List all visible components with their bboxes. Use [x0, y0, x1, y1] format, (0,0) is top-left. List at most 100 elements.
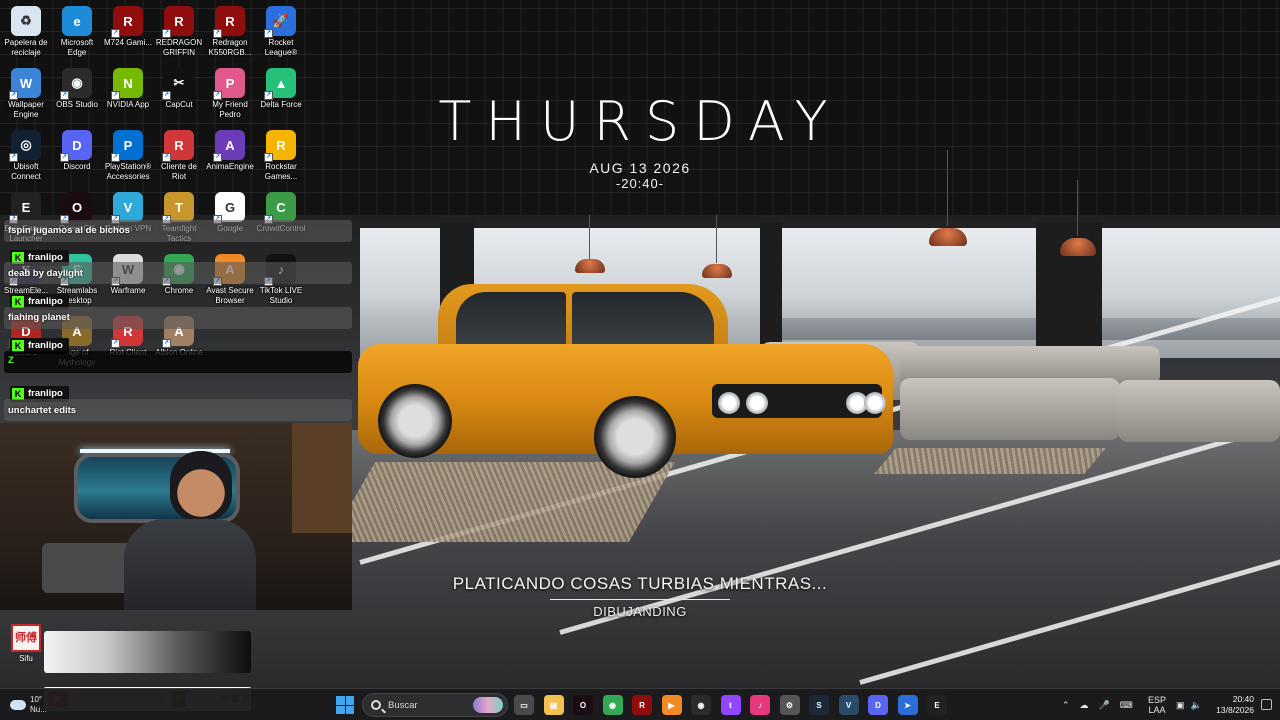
desktop-icon-label: Microsoft Edge: [60, 38, 94, 57]
date-time-widget: THURSDAY AUG 13 2026 -20:40-: [400, 92, 880, 192]
desktop-icon[interactable]: P ↗ My Friend Pedro: [204, 66, 256, 126]
streamlabs-icon[interactable]: ▶: [661, 695, 682, 715]
settings-icon[interactable]: ⚙: [779, 695, 800, 715]
overlay-gradient-bar: [44, 631, 251, 673]
desktop-icon-label: Papelera de reciclaje: [4, 38, 48, 57]
keyboard-icon[interactable]: ⌨: [1120, 700, 1133, 710]
desktop-icon[interactable]: R ↗ Cliente de Riot: [153, 128, 205, 188]
desktop-icon[interactable]: N ↗ NVIDIA App: [102, 66, 154, 126]
desktop-icon[interactable]: A ↗ AnimaEngine: [204, 128, 256, 188]
search-icon: [371, 700, 381, 710]
desktop-icon[interactable]: ♻ Papelera de reciclaje: [0, 4, 52, 64]
desktop-icon[interactable]: W ↗ Wallpaper Engine: [0, 66, 52, 126]
taskbar-clock[interactable]: 20:40 13/8/2026: [1216, 694, 1254, 716]
chat-message-row: fspin jugamos al de bichos: [4, 220, 352, 242]
file-explorer-icon[interactable]: ▤: [543, 695, 564, 715]
wallpaper-lamp: [929, 228, 967, 246]
desktop-icon-label: OBS Studio: [56, 100, 98, 109]
shortcut-arrow-icon: ↗: [9, 153, 18, 162]
widget-time: -20:40-: [615, 176, 665, 191]
rocket-league-icon: 🚀 ↗: [264, 6, 296, 38]
weather-widget[interactable]: 10° Nu...: [10, 693, 47, 717]
anima-engine-icon: A ↗: [213, 130, 245, 162]
chrome-icon[interactable]: ◉: [602, 695, 623, 715]
desktop-icon[interactable]: R ↗ M724 Gami...: [102, 4, 154, 64]
edge-icon: e: [62, 6, 92, 36]
desktop-icon[interactable]: ◉ ↗ OBS Studio: [51, 66, 103, 126]
epic-games-icon[interactable]: E: [927, 695, 947, 715]
room-shelf: [292, 423, 352, 533]
desktop-icon[interactable]: R ↗ Rockstar Games...: [255, 128, 307, 188]
start-button[interactable]: [336, 696, 354, 714]
desktop-icon[interactable]: ✂ ↗ CapCut: [153, 66, 205, 126]
chevron-up-icon[interactable]: ⌃: [1062, 700, 1070, 710]
task-view-icon[interactable]: ▭: [514, 695, 534, 715]
desktop-icon[interactable]: ◎ ↗ Ubisoft Connect: [0, 128, 52, 188]
desktop-icon[interactable]: R ↗ REDRAGON GRIFFIN: [153, 4, 205, 64]
now-playing-divider: [550, 599, 730, 600]
desktop-icon[interactable]: ▲ ↗ Delta Force: [255, 66, 307, 126]
desktop-icon-label: PlayStation® Accessories: [104, 162, 152, 181]
windows-logo-pane: [345, 705, 354, 714]
desktop-icon[interactable]: R ↗ Redragon K550RGB...: [204, 4, 256, 64]
car-headlight: [746, 392, 768, 414]
desktop-icon[interactable]: e Microsoft Edge: [51, 4, 103, 64]
shortcut-arrow-icon: ↗: [111, 29, 120, 38]
redragon-icon: R ↗: [111, 6, 143, 38]
steam-icon[interactable]: S: [809, 695, 829, 715]
obs-icon[interactable]: ◉: [691, 695, 711, 715]
obs-icon: ◉ ↗: [60, 68, 92, 100]
discord-icon[interactable]: D: [868, 695, 888, 715]
shortcut-arrow-icon: ↗: [162, 91, 171, 100]
desktop-icon-label: Cliente de Riot: [160, 162, 198, 181]
redragon-icon[interactable]: R: [632, 695, 652, 715]
car-wheel: [378, 384, 452, 458]
desktop-icon[interactable]: P ↗ PlayStation® Accessories: [102, 128, 154, 188]
stream-chat-overlay: fspin jugamos al de bichos K franlipo de…: [0, 218, 352, 423]
windows-logo-pane: [345, 696, 354, 705]
shortcut-arrow-icon: ↗: [213, 91, 222, 100]
wallpaper-car: [358, 284, 898, 494]
wallpaper-lamp: [702, 264, 732, 278]
chat-message-row: Z: [4, 351, 352, 373]
language-indicator[interactable]: ESP LAA: [1148, 689, 1166, 720]
shortcut-arrow-icon: ↗: [264, 91, 273, 100]
lamp-cord: [947, 150, 948, 226]
chat-message: unchartet edits: [8, 405, 77, 416]
onedrive-icon[interactable]: ☁: [1080, 700, 1089, 710]
network-icon: ▣: [1176, 700, 1185, 710]
vegas-icon[interactable]: V: [838, 695, 859, 715]
car-window: [572, 292, 714, 348]
desktop-icon[interactable]: 🚀 ↗ Rocket League®: [255, 4, 307, 64]
desktop-icon-sifu[interactable]: 师傅 Sifu: [6, 624, 46, 672]
desktop-icon-label: REDRAGON GRIFFIN: [155, 38, 203, 57]
windows-logo-pane: [336, 705, 345, 714]
microphone-icon[interactable]: 🎤: [1099, 700, 1110, 710]
wallpaper-lamp: [575, 259, 605, 273]
notification-icon[interactable]: [1261, 699, 1272, 710]
language-code: ESP: [1148, 695, 1167, 705]
desktop-icon-label: Discord: [63, 162, 91, 171]
shortcut-arrow-icon: ↗: [60, 91, 69, 100]
lamp-cord: [1077, 180, 1078, 236]
quick-settings[interactable]: ▣ 🔈: [1176, 689, 1202, 720]
tiktok-icon[interactable]: ♪: [750, 695, 770, 715]
twitch-icon[interactable]: t: [720, 695, 741, 715]
desktop-icon-label: Sifu: [19, 654, 33, 663]
avatar-head: [170, 451, 232, 521]
cloud-icon: [10, 700, 26, 710]
lamp-cord: [716, 215, 717, 263]
nvidia-icon: N ↗: [111, 68, 143, 100]
chat-message: fspin jugamos al de bichos: [8, 225, 130, 236]
cursor-app-icon[interactable]: ➤: [897, 695, 918, 715]
desktop-icon[interactable]: D ↗ Discord: [51, 128, 103, 188]
shortcut-arrow-icon: ↗: [264, 29, 273, 38]
desktop-icon-label: NVIDIA App: [106, 100, 150, 109]
avatar-body: [124, 519, 256, 610]
system-tray: ⌃ ☁ 🎤 ⌨: [1062, 689, 1133, 720]
desktop-icon-label: Wallpaper Engine: [8, 100, 44, 119]
kick-emote-icon: Z: [8, 355, 14, 366]
opera-gx-icon[interactable]: O: [573, 695, 593, 715]
desktop-icon-label: My Friend Pedro: [212, 100, 248, 119]
search-box[interactable]: Buscar: [362, 693, 508, 717]
